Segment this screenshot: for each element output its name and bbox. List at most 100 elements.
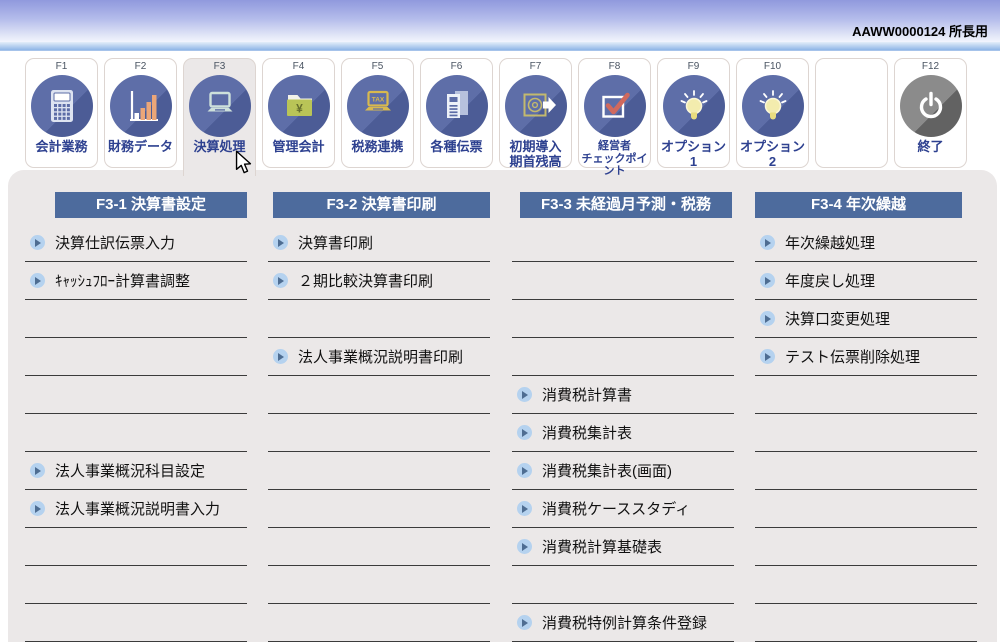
toolbar-button-label: オプション 1 — [658, 140, 729, 170]
fkey-label: F10 — [737, 61, 808, 74]
tax-laptop-icon: TAX — [347, 75, 409, 137]
menu-row-empty — [268, 300, 490, 338]
menu-row-empty — [755, 376, 977, 414]
fkey-label: F7 — [500, 61, 571, 74]
menu-item[interactable]: ２期比較決算書印刷 — [268, 262, 490, 300]
play-bullet-icon — [760, 349, 775, 364]
menu-section-header: F3-4 年次繰越 — [755, 192, 962, 218]
menu-row-empty — [755, 604, 977, 642]
toolbar-button-label: 財務データ — [105, 140, 176, 155]
menu-row-empty — [25, 566, 247, 604]
fkey-label: F1 — [26, 61, 97, 74]
content-panel: F3-1 決算書設定 決算仕訳伝票入力 ｷｬｯｼｭﾌﾛｰ計算書調整 法人事業概況… — [8, 170, 997, 642]
checkbox-icon — [584, 75, 646, 137]
menu-row-empty — [268, 528, 490, 566]
menu-item[interactable]: 法人事業概況説明書印刷 — [268, 338, 490, 376]
fkey-label: F5 — [342, 61, 413, 74]
toolbar-button-label: オプション 2 — [737, 140, 808, 170]
menu-row-empty — [268, 414, 490, 452]
menu-item[interactable]: 消費税特例計算条件登録 — [512, 604, 734, 642]
menu-item[interactable]: 消費税ケーススタディ — [512, 490, 734, 528]
toolbar-button-f6-kakushu-denpyo[interactable]: F6 各種伝票 — [420, 58, 493, 168]
menu-row-empty — [268, 490, 490, 528]
calculator-icon — [31, 75, 93, 137]
menu-row-empty — [755, 452, 977, 490]
menu-row-empty — [25, 338, 247, 376]
power-icon — [900, 75, 962, 137]
menu-row-empty — [268, 376, 490, 414]
toolbar-button-f4-kanri-kaikei[interactable]: F4 ¥ 管理会計 — [262, 58, 335, 168]
fkey-label: F8 — [579, 61, 650, 74]
play-bullet-icon — [517, 387, 532, 402]
menu-column-f3-2: F3-2 決算書印刷 決算書印刷 ２期比較決算書印刷 法人事業概況説明書印刷 — [268, 170, 490, 642]
toolbar-button-f1-kaikei-gyomu[interactable]: F1 会計業務 — [25, 58, 98, 168]
menu-row-empty — [25, 376, 247, 414]
menu-column-f3-4: F3-4 年次繰越 年次繰越処理 年度戻し処理 決算口変更処理 テスト伝票削除処… — [755, 170, 977, 642]
documents-icon — [426, 75, 488, 137]
menu-item[interactable]: 消費税集計表(画面) — [512, 452, 734, 490]
menu-item[interactable]: テスト伝票削除処理 — [755, 338, 977, 376]
yen-folder-icon: ¥ — [268, 75, 330, 137]
user-id-label: AAWW0000124 所長用 — [852, 21, 988, 40]
toolbar-button-label: 税務連携 — [342, 140, 413, 155]
menu-column-f3-1: F3-1 決算書設定 決算仕訳伝票入力 ｷｬｯｼｭﾌﾛｰ計算書調整 法人事業概況… — [25, 170, 247, 642]
toolbar-button-label: 経営者 チェックポイント — [579, 140, 650, 178]
toolbar-button-f10-option2[interactable]: F10 オプション 2 — [736, 58, 809, 168]
lightbulb-icon — [663, 75, 725, 137]
toolbar-button-label: 会計業務 — [26, 140, 97, 155]
play-bullet-icon — [30, 273, 45, 288]
toolbar-button-label: 各種伝票 — [421, 140, 492, 155]
play-bullet-icon — [30, 235, 45, 250]
svg-text:¥: ¥ — [296, 102, 303, 116]
menu-row-empty — [755, 528, 977, 566]
play-bullet-icon — [517, 463, 532, 478]
menu-row-empty — [268, 604, 490, 642]
toolbar-button-f11-empty[interactable] — [815, 58, 888, 168]
menu-item[interactable]: 決算口変更処理 — [755, 300, 977, 338]
menu-item[interactable]: 消費税計算基礎表 — [512, 528, 734, 566]
menu-section-header: F3-3 未経過月予測・税務 — [520, 192, 732, 218]
menu-row-empty — [512, 566, 734, 604]
fkey-label: F4 — [263, 61, 334, 74]
safe-icon — [505, 75, 567, 137]
toolbar-button-f5-zeimu-renkei[interactable]: F5 TAX 税務連携 — [341, 58, 414, 168]
menu-item[interactable]: 消費税計算書 — [512, 376, 734, 414]
laptop-icon — [189, 75, 251, 137]
play-bullet-icon — [517, 615, 532, 630]
menu-row-empty — [512, 300, 734, 338]
mouse-cursor — [235, 150, 252, 179]
toolbar-button-f12-shuryo[interactable]: F12 終了 — [894, 58, 967, 168]
toolbar-button-f2-zaimu-data[interactable]: F2 財務データ — [104, 58, 177, 168]
play-bullet-icon — [30, 463, 45, 478]
fkey-label: F12 — [895, 61, 966, 74]
menu-item[interactable]: 法人事業概況説明書入力 — [25, 490, 247, 528]
menu-row-empty — [25, 300, 247, 338]
play-bullet-icon — [273, 349, 288, 364]
toolbar-button-f7-shoki-donyu[interactable]: F7 初期導入 期首残高 — [499, 58, 572, 168]
menu-item[interactable]: 消費税集計表 — [512, 414, 734, 452]
toolbar-button-f8-keieisha-checkpoint[interactable]: F8 経営者 チェックポイント — [578, 58, 651, 168]
function-key-toolbar: F1 会計業務 F2 — [0, 52, 1000, 170]
menu-section-header: F3-1 決算書設定 — [55, 192, 247, 218]
menu-row-empty — [268, 566, 490, 604]
menu-item[interactable]: 年度戻し処理 — [755, 262, 977, 300]
play-bullet-icon — [273, 273, 288, 288]
play-bullet-icon — [760, 235, 775, 250]
menu-item[interactable]: ｷｬｯｼｭﾌﾛｰ計算書調整 — [25, 262, 247, 300]
menu-item[interactable]: 法人事業概況科目設定 — [25, 452, 247, 490]
menu-item[interactable]: 年次繰越処理 — [755, 224, 977, 262]
svg-text:TAX: TAX — [371, 97, 384, 104]
menu-item[interactable]: 決算仕訳伝票入力 — [25, 224, 247, 262]
play-bullet-icon — [760, 311, 775, 326]
play-bullet-icon — [517, 425, 532, 440]
menu-row-empty — [512, 224, 734, 262]
lightbulb-icon — [742, 75, 804, 137]
menu-item[interactable]: 決算書印刷 — [268, 224, 490, 262]
menu-row-empty — [755, 414, 977, 452]
fkey-label: F2 — [105, 61, 176, 74]
menu-section-header: F3-2 決算書印刷 — [273, 192, 490, 218]
play-bullet-icon — [30, 501, 45, 516]
toolbar-button-f9-option1[interactable]: F9 オプション 1 — [657, 58, 730, 168]
bar-chart-icon — [110, 75, 172, 137]
menu-row-empty — [268, 452, 490, 490]
